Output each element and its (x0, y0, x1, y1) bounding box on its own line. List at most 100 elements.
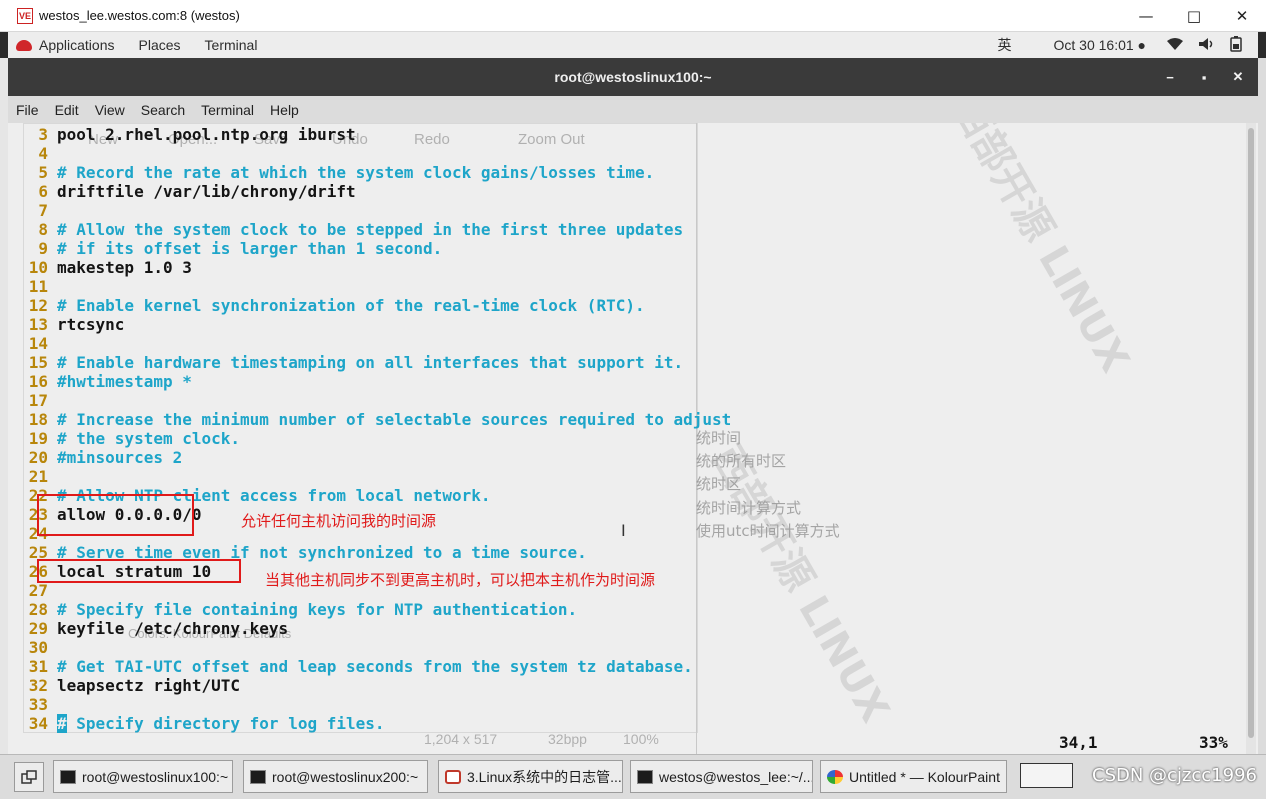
ghost-watermark: 西部开源 LINUX (702, 437, 898, 731)
config-directive: pool 2.rhel.pool.ntp.org iburst (57, 125, 356, 144)
terminal-line: 29 keyfile /etc/chrony.keys (16, 619, 288, 638)
places-menu[interactable]: Places (139, 37, 181, 53)
line-number: 10 (28, 258, 48, 277)
terminal-line: 4 (16, 144, 57, 163)
terminal-content[interactable]: New Open... Save Undo Redo Zoom Out Colo… (8, 123, 1258, 754)
menu-file[interactable]: File (16, 102, 39, 118)
line-number: 19 (28, 429, 48, 448)
line-number: 32 (28, 676, 48, 695)
line-number: 12 (28, 296, 48, 315)
ghost-status-zoom: 100% (623, 731, 659, 747)
workspace-switcher[interactable] (1020, 763, 1073, 788)
terminal-line: 16 #hwtimestamp * (16, 372, 192, 391)
task-root-westoslinux200[interactable]: root@westoslinux200:~ (243, 760, 428, 793)
line-number: 3 (38, 125, 48, 144)
browser-icon (445, 769, 461, 784)
applications-label: Applications (39, 37, 115, 53)
terminal-line: 20 #minsources 2 (16, 448, 183, 467)
config-comment: Specify directory for log files. (66, 714, 385, 733)
terminal-line: 31 # Get TAI-UTC offset and leap seconds … (16, 657, 693, 676)
line-number: 33 (28, 695, 48, 714)
text-cursor-icon: I (621, 521, 626, 540)
line-number: 18 (28, 410, 48, 429)
kolourpaint-icon (827, 769, 843, 784)
task-root-westoslinux100[interactable]: root@westoslinux100:~ (53, 760, 233, 793)
battery-icon[interactable] (1230, 35, 1242, 55)
terminal-line: 34 # Specify directory for log files. (16, 714, 385, 733)
task-browser-article[interactable]: 3.Linux系统中的日志管... (438, 760, 623, 793)
terminal-app-menu[interactable]: Terminal (205, 37, 258, 53)
terminal-line: 14 (16, 334, 57, 353)
wifi-icon[interactable] (1166, 37, 1184, 54)
annotation-stratum-note: 当其他主机同步不到更高主机时，可以把本主机作为时间源 (265, 571, 656, 589)
ghost-toolbar-zoom-out: Zoom Out (518, 131, 585, 148)
system-tray: 英 Oct 30 16:01 ● (997, 32, 1242, 58)
line-number: 11 (28, 277, 48, 296)
annotation-box-allow (37, 494, 194, 536)
config-directive: makestep 1.0 3 (57, 258, 192, 277)
minimize-button[interactable]: — (1122, 0, 1170, 32)
gnome-top-bar: Applications Places Terminal 英 Oct 30 16… (8, 32, 1258, 58)
task-label: westos@westos_lee:~/... (659, 768, 813, 785)
line-number: 30 (28, 638, 48, 657)
config-directive: driftfile /var/lib/chrony/drift (57, 182, 356, 201)
task-kolourpaint[interactable]: Untitled * — KolourPaint (820, 760, 1007, 793)
config-comment: #hwtimestamp * (57, 372, 192, 391)
config-directive: keyfile /etc/chrony.keys (57, 619, 289, 638)
close-button[interactable]: ✕ (1218, 0, 1266, 32)
terminal-line: 32 leapsectz right/UTC (16, 676, 240, 695)
scrollbar-thumb[interactable] (1248, 128, 1254, 738)
input-method-indicator[interactable]: 英 (997, 35, 1011, 55)
terminal-line: 30 (16, 638, 57, 657)
line-number: 13 (28, 315, 48, 334)
applications-menu[interactable]: Applications (16, 37, 139, 53)
config-directive: leapsectz right/UTC (57, 676, 241, 695)
line-number: 9 (38, 239, 48, 258)
terminal-line: 10 makestep 1.0 3 (16, 258, 192, 277)
terminal-line: 6 driftfile /var/lib/chrony/drift (16, 182, 356, 201)
volume-icon[interactable] (1198, 37, 1216, 54)
config-comment: # Enable kernel synchronization of the r… (57, 296, 645, 315)
show-desktop-button[interactable] (14, 762, 44, 792)
terminal-minimize-button[interactable]: − (1160, 70, 1180, 85)
config-comment: # the system clock. (57, 429, 241, 448)
ghost-watermark: 西部开源 LINUX (942, 123, 1138, 381)
line-number: 29 (28, 619, 48, 638)
menu-view[interactable]: View (95, 102, 125, 118)
task-label: root@westoslinux200:~ (272, 768, 419, 785)
line-number: 34 (28, 714, 48, 733)
task-label: 3.Linux系统中的日志管... (467, 768, 622, 785)
config-comment: # Specify file containing keys for NTP a… (57, 600, 578, 619)
config-comment: # Increase the minimum number of selecta… (57, 410, 732, 429)
ghost-status-depth: 32bpp (548, 731, 587, 747)
vnc-window-controls: — □ ✕ (1122, 0, 1266, 32)
menu-help[interactable]: Help (270, 102, 299, 118)
terminal-line: 5 # Record the rate at which the system c… (16, 163, 654, 182)
menu-search[interactable]: Search (141, 102, 185, 118)
terminal-line: 28 # Specify file containing keys for NTP… (16, 600, 577, 619)
menu-terminal[interactable]: Terminal (201, 102, 254, 118)
menu-edit[interactable]: Edit (55, 102, 79, 118)
config-comment: # Get TAI-UTC offset and leap seconds fr… (57, 657, 693, 676)
line-number: 15 (28, 353, 48, 372)
taskbar: root@westoslinux100:~ root@westoslinux20… (0, 754, 1266, 799)
terminal-titlebar: root@westoslinux100:~ − ▪ ✕ (8, 58, 1258, 96)
config-comment: #minsources 2 (57, 448, 183, 467)
ghost-toolbar-redo: Redo (414, 131, 450, 148)
terminal-icon (60, 769, 76, 784)
line-number: 5 (38, 163, 48, 182)
terminal-maximize-button[interactable]: ▪ (1194, 70, 1214, 85)
clock[interactable]: Oct 30 16:01 ● (1053, 37, 1146, 53)
config-comment: # Enable hardware timestamping on all in… (57, 353, 684, 372)
config-comment: # if its offset is larger than 1 second. (57, 239, 443, 258)
task-westos-terminal[interactable]: westos@westos_lee:~/... (630, 760, 813, 793)
terminal-window-controls: − ▪ ✕ (1160, 58, 1248, 96)
config-comment: # Allow the system clock to be stepped i… (57, 220, 684, 239)
terminal-line: 18 # Increase the minimum number of selec… (16, 410, 732, 429)
line-number: 17 (28, 391, 48, 410)
maximize-button[interactable]: □ (1170, 0, 1218, 32)
terminal-line: 13 rtcsync (16, 315, 125, 334)
terminal-line: 3 pool 2.rhel.pool.ntp.org iburst (16, 125, 356, 144)
terminal-close-button[interactable]: ✕ (1228, 69, 1248, 85)
config-comment: # Record the rate at which the system cl… (57, 163, 655, 182)
